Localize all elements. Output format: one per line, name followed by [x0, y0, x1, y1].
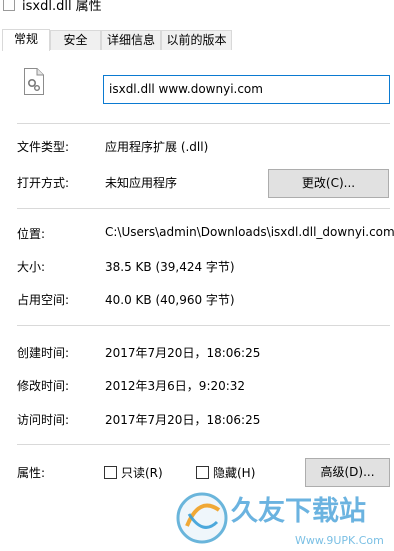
file-type-label: 文件类型:	[17, 140, 70, 154]
window-title: isxdl.dll 属性	[22, 0, 102, 14]
readonly-checkbox[interactable]	[104, 466, 117, 479]
size-value: 38.5 KB (39,424 字节)	[105, 260, 235, 274]
attributes-label: 属性:	[17, 466, 46, 480]
tab-security[interactable]: 安全	[50, 30, 101, 50]
advanced-button[interactable]: 高级(D)...	[305, 458, 390, 487]
location-value: C:\Users\admin\Downloads\isxdl.dll_downy…	[105, 225, 394, 239]
accessed-value: 2017年7月20日，18:06:25	[105, 413, 261, 427]
size-on-disk-label: 占用空间:	[17, 293, 70, 307]
divider	[17, 123, 390, 124]
readonly-label[interactable]: 只读(R)	[121, 464, 163, 481]
tab-details[interactable]: 详细信息	[101, 30, 161, 50]
file-type-value: 应用程序扩展 (.dll)	[105, 140, 209, 154]
open-with-label: 打开方式:	[17, 176, 70, 190]
size-label: 大小:	[17, 260, 46, 274]
tab-strip: 常规 安全 详细信息 以前的版本	[0, 29, 394, 52]
divider	[17, 325, 390, 326]
divider	[17, 208, 390, 209]
watermark-url: Www.9UPK.Com	[295, 534, 384, 547]
size-on-disk-value: 40.0 KB (40,960 字节)	[105, 293, 235, 307]
open-with-value: 未知应用程序	[105, 176, 178, 190]
file-icon	[3, 0, 15, 11]
tab-previous-versions[interactable]: 以前的版本	[161, 30, 232, 50]
created-label: 创建时间:	[17, 346, 70, 360]
hidden-checkbox[interactable]	[196, 466, 209, 479]
modified-label: 修改时间:	[17, 379, 70, 393]
watermark-brand: 久友下载站	[231, 496, 366, 527]
hidden-label[interactable]: 隐藏(H)	[213, 464, 255, 481]
created-value: 2017年7月20日，18:06:25	[105, 346, 261, 360]
change-button[interactable]: 更改(C)...	[268, 169, 389, 198]
file-name-input[interactable]: isxdl.dll www.downyi.com	[103, 75, 390, 104]
tab-general[interactable]: 常规	[2, 29, 50, 51]
title-bar: isxdl.dll 属性	[0, 0, 394, 14]
modified-value: 2012年3月6日，9:20:32	[105, 379, 246, 393]
dll-file-icon	[24, 68, 44, 95]
divider	[17, 444, 390, 445]
watermark-logo: 久友下载站 Www.9UPK.Com	[176, 492, 384, 547]
accessed-label: 访问时间:	[17, 413, 70, 427]
location-label: 位置:	[17, 227, 46, 241]
